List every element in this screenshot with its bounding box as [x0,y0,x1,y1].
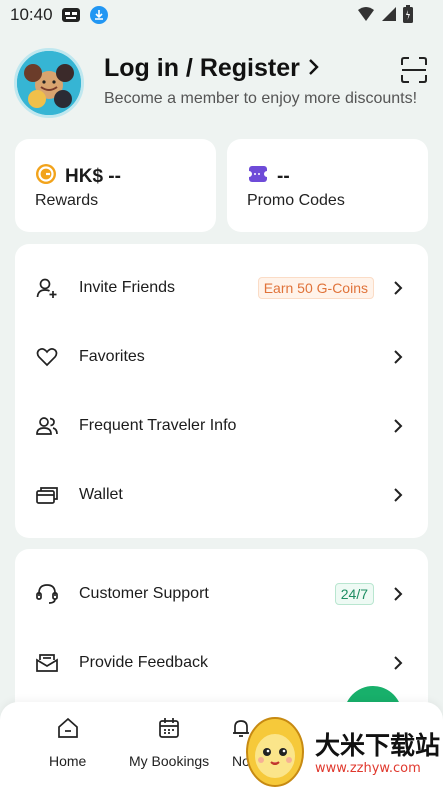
chevron-right-icon [392,280,404,296]
signal-icon [381,6,397,27]
scan-icon[interactable] [400,56,428,84]
chevron-right-icon [392,418,404,434]
support-hours-badge: 24/7 [334,583,374,605]
menu-label: Frequent Traveler Info [79,417,237,434]
chevron-right-icon [392,655,404,671]
login-register-link[interactable]: Log in / Register [104,54,320,83]
feedback-icon [35,651,59,675]
menu-item-frequent-traveler[interactable]: Frequent Traveler Info [15,396,428,456]
rewards-value-row: HK$ -- [35,163,121,191]
download-icon [89,5,109,25]
avatar[interactable] [14,48,84,118]
mascot-icon [242,712,308,788]
status-bar: 10:40 [0,0,443,30]
login-subtitle: Become a member to enjoy more discounts! [104,90,418,107]
home-icon [56,716,80,745]
add-user-icon [35,276,59,300]
menu-item-wallet[interactable]: Wallet [15,465,428,525]
wallet-icon [35,483,59,507]
chevron-right-icon [392,349,404,365]
heart-icon [35,345,59,369]
main-menu-card: Invite Friends Earn 50 G-Coins Favorites… [15,244,428,538]
menu-label: Wallet [79,486,123,503]
nav-label: My Bookings [129,753,210,769]
rewards-card[interactable]: HK$ -- Rewards [15,139,216,232]
nav-label: Home [49,753,87,769]
menu-item-customer-support[interactable]: Customer Support 24/7 [15,564,428,624]
menu-label: Favorites [79,348,145,365]
rewards-label: Rewards [35,192,99,209]
promo-codes-card[interactable]: -- Promo Codes [227,139,428,232]
wifi-icon [357,6,375,27]
menu-label: Provide Feedback [79,654,208,671]
menu-item-invite-friends[interactable]: Invite Friends Earn 50 G-Coins [15,258,428,318]
status-time: 10:40 [10,5,53,24]
profile-header: Log in / Register Become a member to enj… [14,48,434,120]
earn-coins-badge: Earn 50 G-Coins [257,277,374,299]
ticket-icon [246,163,270,191]
app-notification-icon [61,6,81,24]
login-title: Log in / Register [104,54,300,82]
menu-label: Invite Friends [79,279,176,296]
menu-item-provide-feedback[interactable]: Provide Feedback [15,633,428,693]
watermark-title: 大米下载站 [315,731,441,760]
watermark: 大米下载站 www.zzhyw.com [240,712,443,788]
promo-value: -- [277,166,290,187]
coin-icon [35,163,57,191]
nav-my-bookings[interactable]: My Bookings [129,716,209,769]
menu-item-favorites[interactable]: Favorites [15,327,428,387]
chevron-right-icon [392,487,404,503]
rewards-value: HK$ -- [65,166,121,187]
chevron-right-icon [392,586,404,602]
promo-label: Promo Codes [247,192,345,209]
battery-icon [403,5,413,28]
menu-label: Customer Support [79,585,209,602]
chevron-right-icon [308,54,320,83]
travelers-icon [35,414,59,438]
calendar-icon [157,716,181,745]
promo-value-row: -- [246,163,290,191]
headset-icon [35,582,59,606]
watermark-url: www.zzhyw.com [315,761,421,776]
nav-home[interactable]: Home [49,716,86,769]
